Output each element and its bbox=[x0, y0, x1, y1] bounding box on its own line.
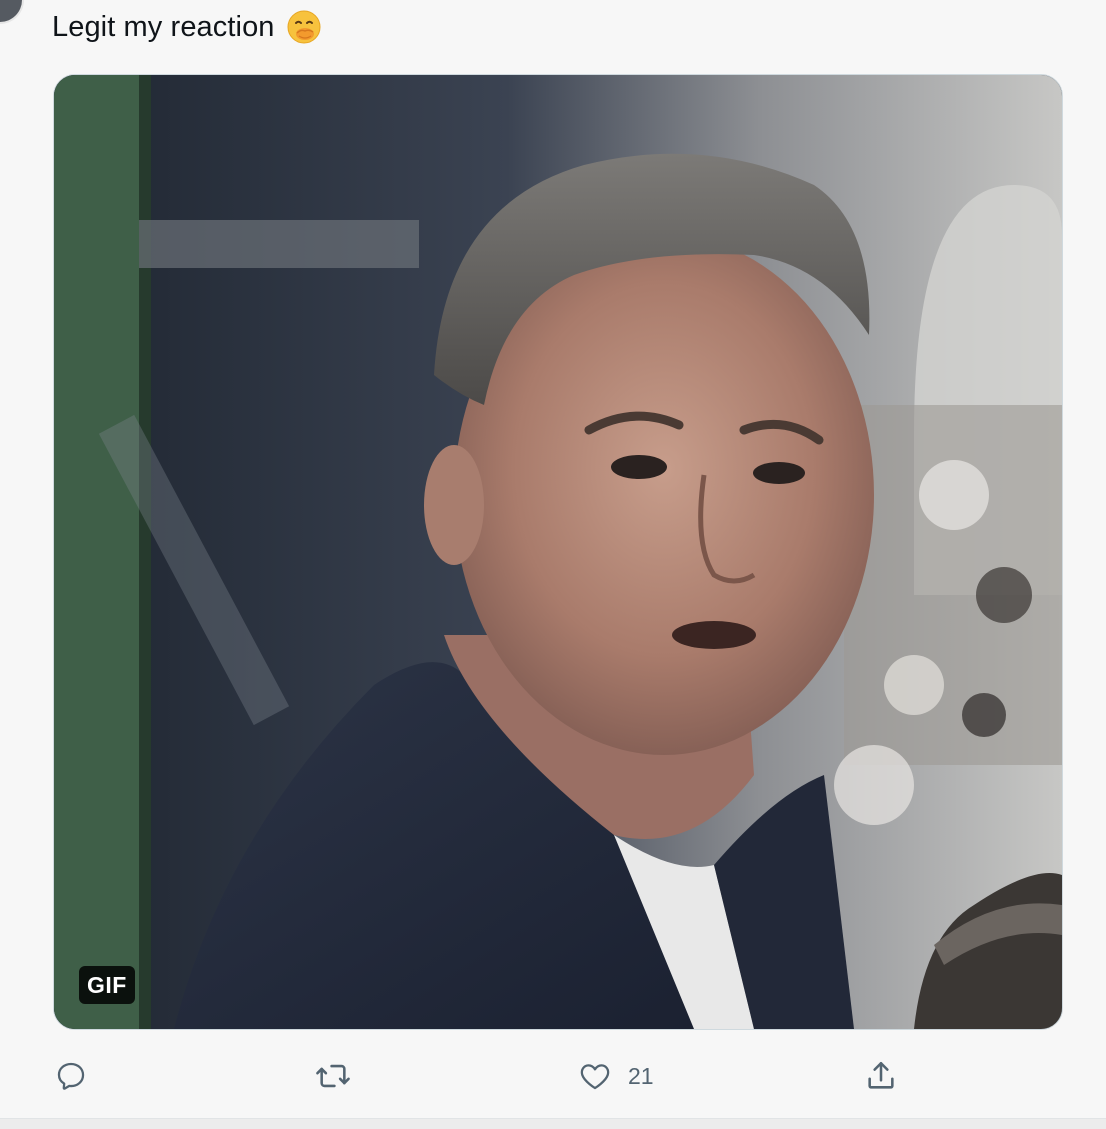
share-icon bbox=[864, 1059, 898, 1093]
like-count: 21 bbox=[628, 1062, 654, 1089]
gif-media[interactable]: GIF bbox=[53, 74, 1063, 1030]
share-button[interactable] bbox=[864, 1050, 898, 1102]
retweet-icon bbox=[314, 1059, 352, 1093]
like-button[interactable]: 21 bbox=[578, 1050, 654, 1102]
reply-icon bbox=[54, 1059, 88, 1093]
reply-button[interactable] bbox=[54, 1050, 88, 1102]
heart-icon bbox=[578, 1059, 612, 1093]
hand-over-mouth-emoji-icon bbox=[287, 10, 321, 44]
tweet-actions: 21 bbox=[0, 1050, 1106, 1106]
tweet-divider bbox=[0, 1118, 1106, 1129]
author-avatar[interactable] bbox=[0, 0, 22, 22]
tweet[interactable]: Legit my reaction GIF 21 bbox=[0, 0, 1106, 1129]
gif-media-icon bbox=[54, 75, 1062, 1029]
gif-badge: GIF bbox=[79, 966, 135, 1004]
retweet-button[interactable] bbox=[314, 1050, 352, 1102]
tweet-text-content: Legit my reaction bbox=[52, 10, 275, 43]
tweet-text: Legit my reaction bbox=[52, 10, 321, 44]
